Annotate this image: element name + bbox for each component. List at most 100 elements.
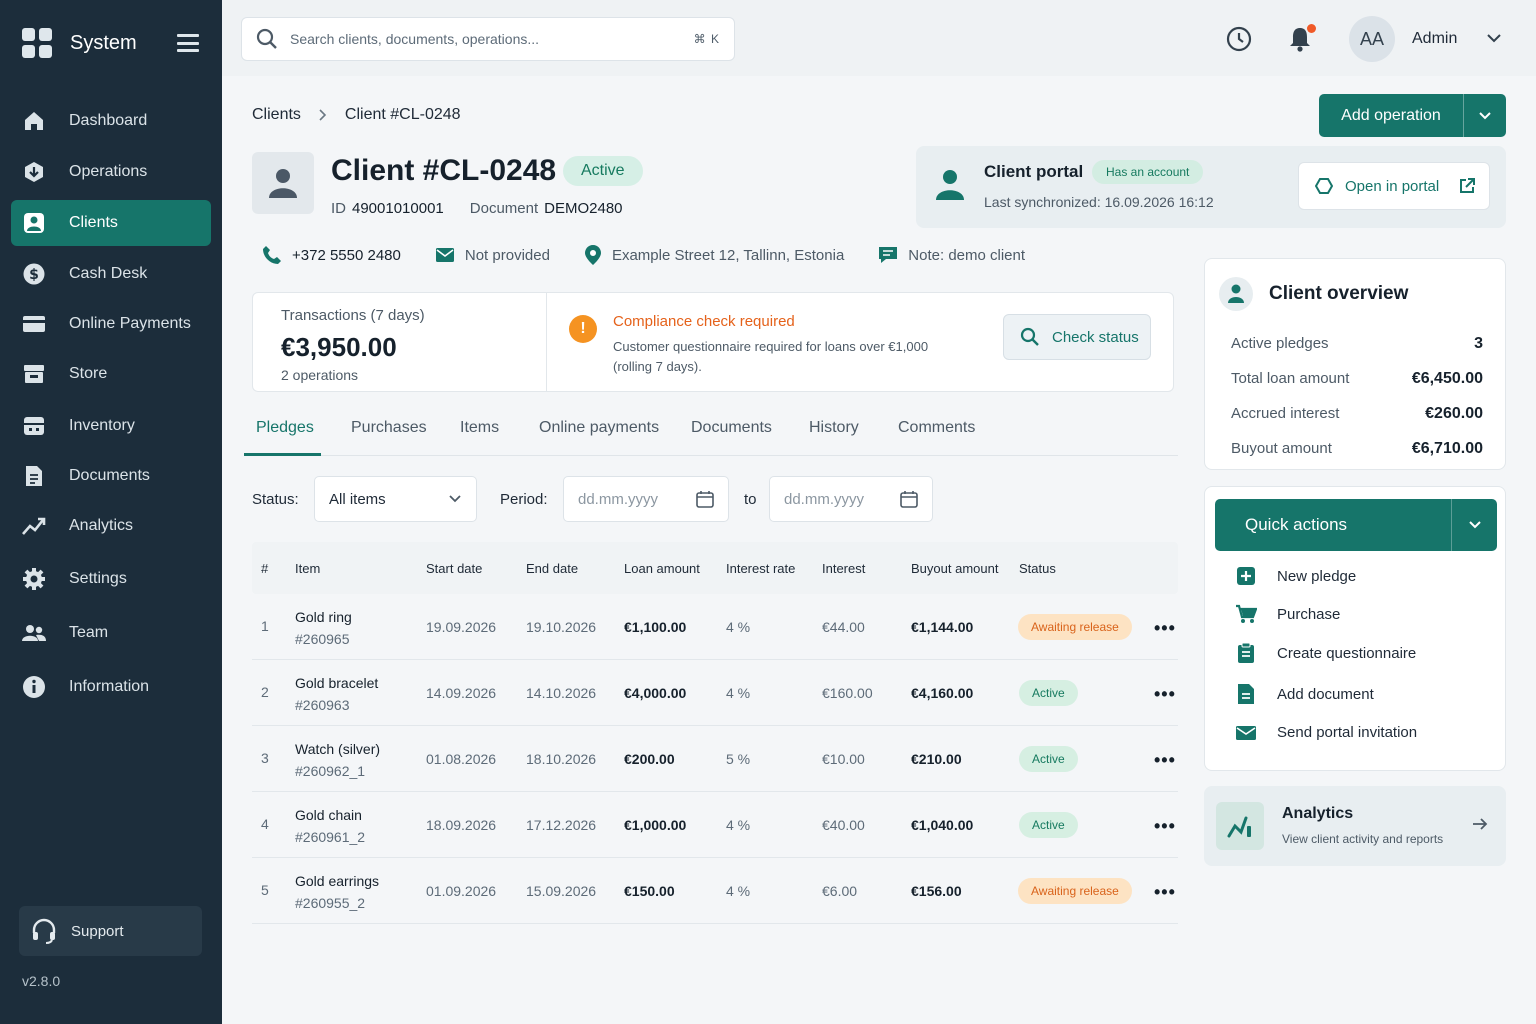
overview-row: Total loan amount €6,450.00 <box>1231 370 1483 388</box>
period-to-label: to <box>744 491 757 508</box>
period-from-input[interactable]: dd.mm.yyyy <box>563 476 729 522</box>
tab-items[interactable]: Items <box>460 419 499 437</box>
client-portal-card: Client portal Has an account Last synchr… <box>916 146 1506 228</box>
sidebar-item-online-payments[interactable]: Online Payments <box>11 301 211 347</box>
tab-pledges[interactable]: Pledges <box>256 419 314 437</box>
contact-address: Example Street 12, Tallinn, Estonia <box>574 244 844 266</box>
open-in-portal-button[interactable]: Open in portal <box>1298 162 1490 210</box>
brand[interactable]: System <box>22 28 137 58</box>
sidebar-item-label: Information <box>69 678 150 695</box>
sidebar-item-cash-desk[interactable]: $ Cash Desk <box>11 251 211 297</box>
chevron-down-icon[interactable] <box>1486 32 1502 44</box>
tab-comments[interactable]: Comments <box>898 419 975 437</box>
app-version: v2.8.0 <box>22 973 61 989</box>
user-icon <box>268 167 298 199</box>
row-rate: 4 % <box>726 817 751 833</box>
tab-history[interactable]: History <box>809 419 859 437</box>
quick-action-label: Purchase <box>1277 605 1341 623</box>
sidebar-item-team[interactable]: Team <box>11 610 211 656</box>
row-item-sku: #260963 <box>295 697 350 713</box>
row-number: 4 <box>261 816 269 832</box>
tab-online-payments[interactable]: Online payments <box>539 419 659 437</box>
table-row[interactable]: 1 Gold ring #260965 19.09.2026 19.10.2026 €1,… <box>252 594 1178 660</box>
plus-square-icon <box>1233 567 1259 585</box>
sidebar-item-operations[interactable]: Operations <box>11 149 211 195</box>
more-options-icon[interactable]: ••• <box>1154 882 1176 903</box>
row-number: 1 <box>261 618 269 634</box>
more-options-icon[interactable]: ••• <box>1154 816 1176 837</box>
row-buyout: €156.00 <box>911 883 962 899</box>
breadcrumb-clients[interactable]: Clients <box>252 106 301 124</box>
chevron-down-icon[interactable] <box>1451 499 1497 551</box>
calendar-icon[interactable] <box>900 490 918 508</box>
table-header: # Item Start date End date Loan amount I… <box>252 542 1178 594</box>
status-select[interactable]: All items <box>314 476 477 522</box>
avatar[interactable]: AA <box>1349 16 1395 62</box>
sidebar-item-label: Cash Desk <box>69 265 148 282</box>
quick-action-purchase[interactable]: Purchase <box>1233 604 1340 624</box>
sidebar-item-analytics[interactable]: Analytics <box>11 503 211 549</box>
support-button[interactable]: Support <box>19 906 202 956</box>
row-item-name: Gold bracelet <box>295 675 379 691</box>
tab-documents[interactable]: Documents <box>691 419 772 437</box>
compliance-description: Customer questionnaire required for loan… <box>613 339 929 374</box>
period-to-input[interactable]: dd.mm.yyyy <box>769 476 933 522</box>
quick-action-label: Create questionnaire <box>1277 644 1417 662</box>
add-operation-label: Add operation <box>1341 106 1441 124</box>
period-filter-label: Period: <box>500 491 548 508</box>
table-row[interactable]: 2 Gold bracelet #260963 14.09.2026 14.10.202… <box>252 660 1178 726</box>
menu-icon[interactable] <box>177 34 199 52</box>
external-link-icon <box>1459 178 1476 194</box>
table-row[interactable]: 3 Watch (silver) #260962_1 01.08.2026 18.10.… <box>252 726 1178 792</box>
row-start: 01.09.2026 <box>426 883 497 899</box>
quick-action-new-pledge[interactable]: New pledge <box>1233 567 1356 585</box>
overview-label: Total loan amount <box>1231 370 1350 387</box>
chevron-down-icon[interactable] <box>1463 94 1506 137</box>
sidebar-item-settings[interactable]: Settings <box>11 556 211 602</box>
more-options-icon[interactable]: ••• <box>1154 618 1176 639</box>
quick-action-add-document[interactable]: Add document <box>1233 683 1374 705</box>
table-row[interactable]: 4 Gold chain #260961_2 18.09.2026 17.12.2026… <box>252 792 1178 858</box>
team-icon <box>21 620 47 646</box>
quick-action-create-questionnaire[interactable]: Create questionnaire <box>1233 642 1416 664</box>
sidebar-item-inventory[interactable]: Inventory <box>11 403 211 449</box>
check-status-button[interactable]: Check status <box>1003 314 1151 360</box>
more-options-icon[interactable]: ••• <box>1154 684 1176 705</box>
sidebar-item-dashboard[interactable]: Dashboard <box>11 98 211 144</box>
page-title: Client #CL-0248 <box>331 154 557 187</box>
notification-dot <box>1307 24 1316 33</box>
sidebar-item-documents[interactable]: Documents <box>11 453 211 499</box>
row-rate: 4 % <box>726 619 751 635</box>
quick-actions-button[interactable]: Quick actions <box>1215 499 1497 551</box>
tab-purchases[interactable]: Purchases <box>351 419 427 437</box>
add-operation-button[interactable]: Add operation <box>1319 94 1506 137</box>
row-rate: 5 % <box>726 751 751 767</box>
row-item-name: Gold chain <box>295 807 362 823</box>
check-status-label: Check status <box>1052 328 1139 346</box>
sidebar-item-information[interactable]: Information <box>11 664 211 710</box>
status-badge: Awaiting release <box>1018 614 1132 640</box>
quick-action-send-portal-invitation[interactable]: Send portal invitation <box>1233 724 1417 741</box>
transactions-sub: 2 operations <box>281 367 359 383</box>
active-tab-indicator <box>244 453 321 456</box>
sidebar-item-clients[interactable]: Clients <box>11 200 211 246</box>
sidebar-item-label: Online Payments <box>69 315 191 332</box>
sidebar-item-label: Store <box>69 365 108 382</box>
sidebar-item-store[interactable]: Store <box>11 351 211 397</box>
calendar-icon[interactable] <box>696 490 714 508</box>
search-placeholder: Search clients, documents, operations... <box>290 31 540 47</box>
search-input[interactable]: Search clients, documents, operations...… <box>241 17 735 61</box>
info-icon <box>21 674 47 700</box>
period-from-placeholder: dd.mm.yyyy <box>578 490 659 508</box>
more-options-icon[interactable]: ••• <box>1154 750 1176 771</box>
table-row[interactable]: 5 Gold earrings #260955_2 01.09.2026 15.09.2… <box>252 858 1178 924</box>
row-item-name: Watch (silver) <box>295 741 381 757</box>
user-name[interactable]: Admin <box>1412 30 1457 48</box>
overview-title: Client overview <box>1269 283 1409 304</box>
clock-icon[interactable] <box>1226 26 1252 52</box>
row-number: 2 <box>261 684 269 700</box>
search-icon <box>256 28 278 50</box>
analytics-card[interactable]: Analytics View client activity and repor… <box>1204 786 1506 866</box>
overview-row: Buyout amount €6,710.00 <box>1231 440 1483 458</box>
contact-phone[interactable]: +372 5550 2480 <box>252 245 401 265</box>
